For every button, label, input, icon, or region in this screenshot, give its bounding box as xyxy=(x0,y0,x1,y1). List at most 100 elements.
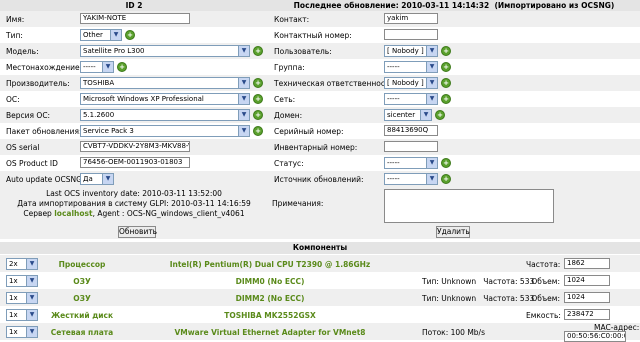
right-select[interactable]: [ Nobody ] ▼ xyxy=(384,77,438,89)
left-select[interactable]: TOSHIBA ▼ xyxy=(80,77,250,89)
add-icon[interactable]: + xyxy=(125,30,135,40)
add-icon[interactable]: + xyxy=(117,62,127,72)
left-row: OS Product ID 76456-OEM-0011903-01803 xyxy=(0,155,268,171)
right-input[interactable] xyxy=(384,29,438,40)
chevron-down-icon[interactable]: ▼ xyxy=(26,310,37,320)
right-label: Инвентарный номер: xyxy=(274,143,358,152)
left-value: TOSHIBA xyxy=(83,79,115,87)
quantity-value: 1x xyxy=(9,328,18,336)
chevron-down-icon[interactable]: ▼ xyxy=(102,174,113,184)
left-label: Версия ОС: xyxy=(6,111,51,120)
add-icon[interactable]: + xyxy=(253,110,263,120)
add-icon[interactable]: + xyxy=(253,126,263,136)
add-icon[interactable]: + xyxy=(441,174,451,184)
component-details: Поток: 100 Mb/s xyxy=(422,328,485,337)
right-label: Домен: xyxy=(274,111,303,120)
quantity-select[interactable]: 1x ▼ xyxy=(6,275,38,287)
update-button[interactable]: Обновить xyxy=(118,226,157,238)
right-label: Контакт: xyxy=(274,15,310,24)
chevron-down-icon[interactable]: ▼ xyxy=(238,94,249,104)
chevron-down-icon[interactable]: ▼ xyxy=(426,158,437,168)
left-label: Модель: xyxy=(6,47,39,56)
right-label: Техническая ответственность: xyxy=(274,79,397,88)
left-select[interactable]: Other ▼ xyxy=(80,29,122,41)
chevron-down-icon[interactable]: ▼ xyxy=(102,62,113,72)
add-icon[interactable]: + xyxy=(253,46,263,56)
quantity-select[interactable]: 1x ▼ xyxy=(6,309,38,321)
add-icon[interactable]: + xyxy=(441,46,451,56)
right-row: Домен: sicenter ▼ + xyxy=(268,107,640,123)
left-select[interactable]: ----- ▼ xyxy=(80,61,114,73)
left-select[interactable]: Service Pack 3 ▼ xyxy=(80,125,250,137)
left-label: ОС: xyxy=(6,95,20,104)
chevron-down-icon[interactable]: ▼ xyxy=(238,78,249,88)
button-bar: Обновить Удалить xyxy=(0,225,640,239)
chevron-down-icon[interactable]: ▼ xyxy=(238,126,249,136)
right-input[interactable]: yakim xyxy=(384,13,438,24)
chevron-down-icon[interactable]: ▼ xyxy=(238,110,249,120)
chevron-down-icon[interactable]: ▼ xyxy=(420,110,431,120)
add-icon[interactable]: + xyxy=(441,158,451,168)
component-name[interactable]: VMware Virtual Ethernet Adapter for VMne… xyxy=(140,328,400,337)
add-icon[interactable]: + xyxy=(441,78,451,88)
chevron-down-icon[interactable]: ▼ xyxy=(26,276,37,286)
component-extra-label: Объем: xyxy=(531,294,560,303)
add-icon[interactable]: + xyxy=(435,110,445,120)
chevron-down-icon[interactable]: ▼ xyxy=(426,94,437,104)
component-name[interactable]: DIMM2 (No ECC) xyxy=(140,294,400,303)
quantity-select[interactable]: 2x ▼ xyxy=(6,258,38,270)
add-icon[interactable]: + xyxy=(441,94,451,104)
chevron-down-icon[interactable]: ▼ xyxy=(26,293,37,303)
right-label: Статус: xyxy=(274,159,304,168)
right-select[interactable]: ----- ▼ xyxy=(384,157,438,169)
component-type[interactable]: Сетевая плата xyxy=(42,328,122,337)
component-type[interactable]: Процессор xyxy=(42,260,122,269)
left-select[interactable]: 5.1.2600 ▼ xyxy=(80,109,250,121)
left-input[interactable]: YAKIM-NOTE xyxy=(80,13,190,24)
left-select[interactable]: Microsoft Windows XP Professional ▼ xyxy=(80,93,250,105)
component-name[interactable]: TOSHIBA MK2552GSX xyxy=(140,311,400,320)
chevron-down-icon[interactable]: ▼ xyxy=(238,46,249,56)
left-value: Да xyxy=(83,175,93,183)
chevron-down-icon[interactable]: ▼ xyxy=(426,62,437,72)
chevron-down-icon[interactable]: ▼ xyxy=(26,259,37,269)
right-select[interactable]: ----- ▼ xyxy=(384,61,438,73)
right-value: ----- xyxy=(387,63,400,71)
right-select[interactable]: sicenter ▼ xyxy=(384,109,432,121)
quantity-select[interactable]: 1x ▼ xyxy=(6,292,38,304)
component-type[interactable]: ОЗУ xyxy=(42,277,122,286)
right-input[interactable] xyxy=(384,141,438,152)
left-input[interactable]: 76456-OEM-0011903-01803 xyxy=(80,157,190,168)
component-extra-value[interactable]: 238472 xyxy=(564,309,610,320)
component-extra-value[interactable]: 1024 xyxy=(564,275,610,286)
chevron-down-icon[interactable]: ▼ xyxy=(26,327,37,337)
component-extra-value[interactable]: 00:50:56:C0:00:08 xyxy=(564,331,626,342)
left-row: Auto update OCSNG: Да ▼ xyxy=(0,171,268,187)
add-icon[interactable]: + xyxy=(253,94,263,104)
component-name[interactable]: Intel(R) Pentium(R) Dual CPU T2390 @ 1.8… xyxy=(140,260,400,269)
chevron-down-icon[interactable]: ▼ xyxy=(110,30,121,40)
notes-textarea[interactable] xyxy=(384,189,554,223)
chevron-down-icon[interactable]: ▼ xyxy=(426,174,437,184)
left-select[interactable]: Да ▼ xyxy=(80,173,114,185)
server-link[interactable]: localhost xyxy=(54,209,92,218)
add-icon[interactable]: + xyxy=(441,62,451,72)
quantity-select[interactable]: 1x ▼ xyxy=(6,326,38,338)
component-type[interactable]: Жесткий диск xyxy=(42,311,122,320)
right-select[interactable]: [ Nobody ] ▼ xyxy=(384,45,438,57)
component-type[interactable]: ОЗУ xyxy=(42,294,122,303)
left-select[interactable]: Satellite Pro L300 ▼ xyxy=(80,45,250,57)
right-row: Инвентарный номер: xyxy=(268,139,640,155)
add-icon[interactable]: + xyxy=(253,78,263,88)
right-input[interactable]: 88413690Q xyxy=(384,125,438,136)
chevron-down-icon[interactable]: ▼ xyxy=(426,46,437,56)
right-select[interactable]: ----- ▼ xyxy=(384,93,438,105)
chevron-down-icon[interactable]: ▼ xyxy=(426,78,437,88)
component-name[interactable]: DIMM0 (No ECC) xyxy=(140,277,400,286)
component-extra-value[interactable]: 1024 xyxy=(564,292,610,303)
left-input[interactable]: CVBT7-VDDKV-2Y8M3-MKV88-V88B8 xyxy=(80,141,190,152)
right-select[interactable]: ----- ▼ xyxy=(384,173,438,185)
left-label: OS serial xyxy=(6,143,40,152)
delete-button[interactable]: Удалить xyxy=(436,226,470,238)
component-extra-value[interactable]: 1862 xyxy=(564,258,610,269)
